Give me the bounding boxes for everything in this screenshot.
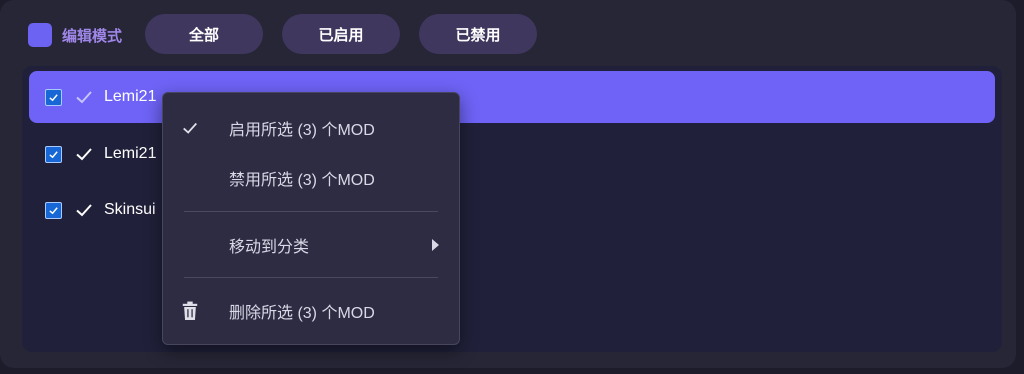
edit-mode-checkbox[interactable] xyxy=(28,23,52,47)
menu-item-label: 禁用所选 (3) 个MOD xyxy=(229,172,375,189)
menu-separator xyxy=(184,211,438,212)
menu-item-label: 删除所选 (3) 个MOD xyxy=(229,305,375,322)
menu-disable-selected[interactable]: 禁用所选 (3) 个MOD xyxy=(163,156,459,200)
enabled-check-icon xyxy=(74,87,94,107)
menu-item-label: 启用所选 (3) 个MOD xyxy=(229,122,375,139)
chevron-right-icon xyxy=(432,239,439,251)
filter-disabled-button[interactable]: 已禁用 xyxy=(419,14,537,54)
row-checkbox[interactable] xyxy=(45,145,62,163)
toolbar: 编辑模式 xyxy=(28,14,122,56)
mod-manager-panel: 编辑模式 全部 已启用 已禁用 Lemi21 Lemi21 Skinsui xyxy=(0,0,1016,368)
checkbox-check-icon xyxy=(49,206,58,214)
mod-name: Lemi21 xyxy=(104,88,157,105)
filter-enabled-button[interactable]: 已启用 xyxy=(282,14,400,54)
mod-name: Skinsui xyxy=(104,201,156,218)
check-icon xyxy=(179,117,201,139)
menu-separator xyxy=(184,277,438,278)
checkbox-check-icon xyxy=(49,150,58,158)
filter-all-button[interactable]: 全部 xyxy=(145,14,263,54)
enabled-check-icon xyxy=(74,144,94,164)
menu-delete-selected[interactable]: 删除所选 (3) 个MOD xyxy=(163,289,459,333)
menu-item-label: 移动到分类 xyxy=(229,239,310,256)
context-menu: 启用所选 (3) 个MOD 禁用所选 (3) 个MOD 移动到分类 删除所选 (… xyxy=(162,92,460,345)
row-checkbox[interactable] xyxy=(45,201,62,219)
enabled-check-icon xyxy=(74,200,94,220)
edit-mode-label: 编辑模式 xyxy=(62,27,123,45)
row-checkbox[interactable] xyxy=(45,88,62,106)
mod-name: Lemi21 xyxy=(104,145,157,162)
menu-move-to-category[interactable]: 移动到分类 xyxy=(163,223,459,267)
checkbox-check-icon xyxy=(49,93,58,101)
menu-enable-selected[interactable]: 启用所选 (3) 个MOD xyxy=(163,106,459,150)
trash-icon xyxy=(179,300,201,322)
edit-mode-toggle[interactable]: 编辑模式 xyxy=(28,23,122,47)
